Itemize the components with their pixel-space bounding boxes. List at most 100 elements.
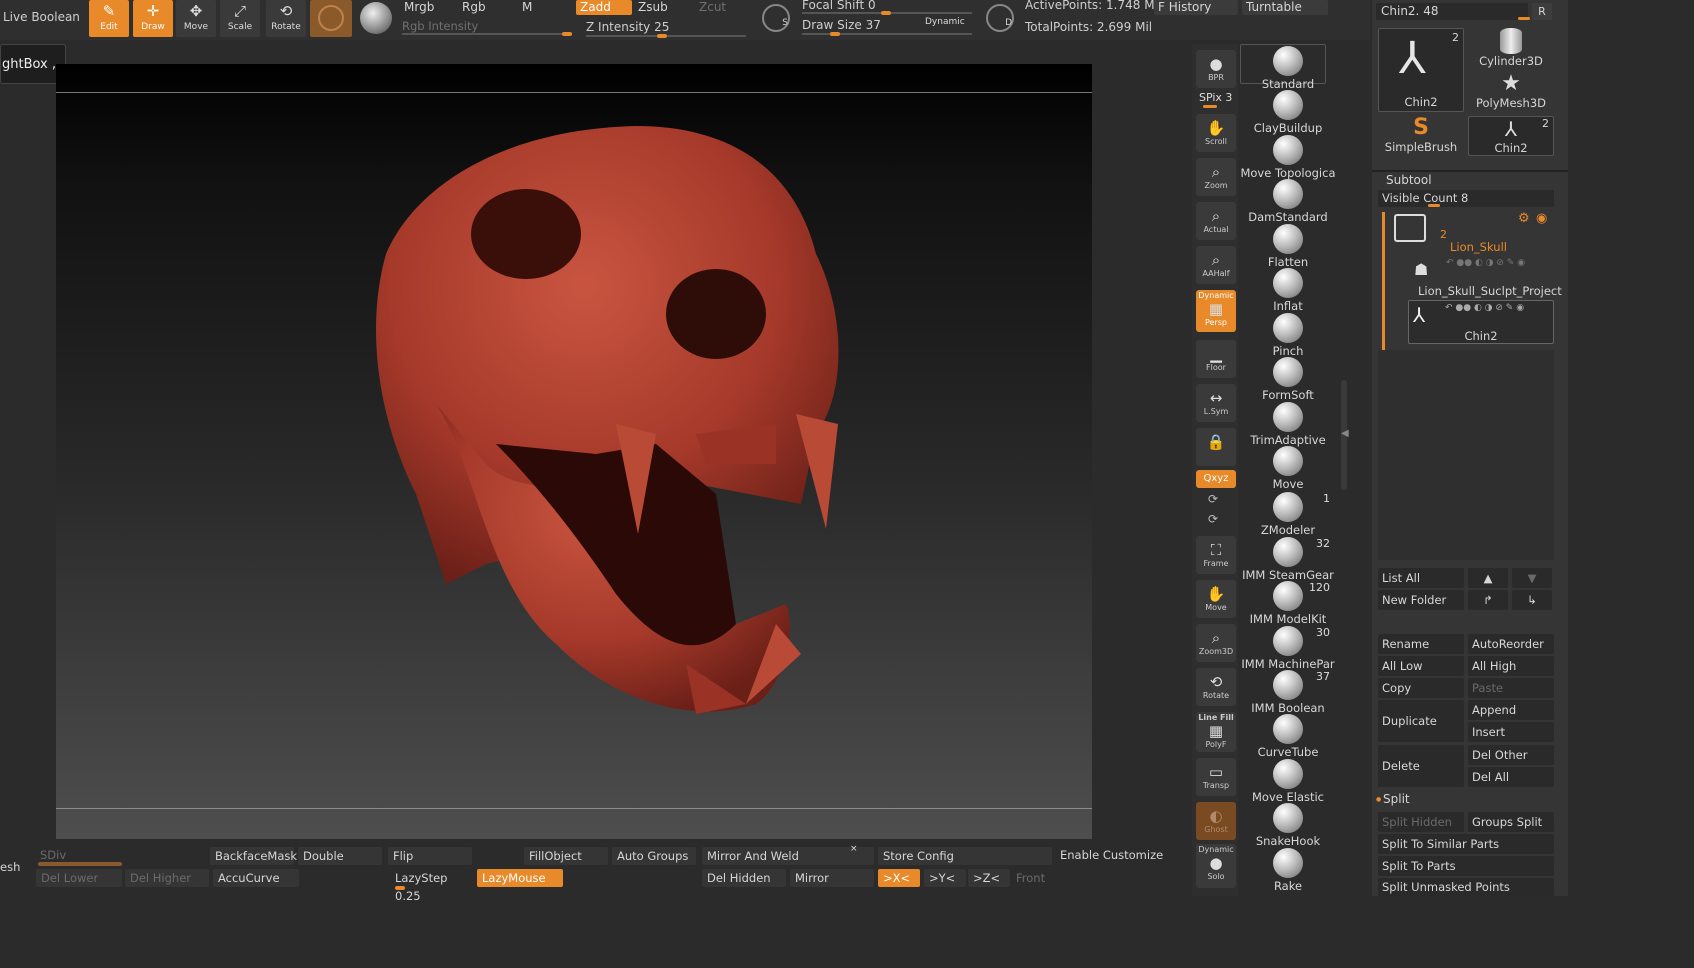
rgb-intensity-slider[interactable]: Rgb Intensity	[402, 19, 478, 33]
tool-thumb-polymesh3d[interactable]: ★ PolyMesh3D	[1468, 72, 1554, 112]
brush-damstandard[interactable]: DamStandard	[1238, 177, 1338, 224]
accucurve-button[interactable]: AccuCurve	[213, 869, 299, 887]
subtool-title[interactable]: Subtool	[1386, 173, 1432, 187]
close-x-icon[interactable]: ×	[850, 844, 858, 854]
all-low-button[interactable]: All Low	[1378, 656, 1464, 676]
fillobject-button[interactable]: FillObject	[524, 847, 608, 865]
brush-rake[interactable]: Rake	[1238, 846, 1338, 893]
brush-standard[interactable]: Standard	[1238, 44, 1338, 91]
all-high-button[interactable]: All High	[1468, 656, 1554, 676]
visible-count-knob[interactable]	[1428, 204, 1440, 207]
tool-current-knob[interactable]	[1518, 17, 1530, 20]
focal-shift-slider[interactable]: Focal Shift 0	[802, 0, 876, 12]
split-section-title[interactable]: Split	[1383, 792, 1410, 806]
split-parts-button[interactable]: Split To Parts	[1378, 856, 1554, 876]
duplicate-button[interactable]: Duplicate	[1378, 700, 1464, 742]
dynamic-toggle[interactable]: Dynamic	[925, 17, 965, 27]
tool-thumb-simplebrush[interactable]: S SimpleBrush	[1378, 116, 1464, 156]
live-boolean-button[interactable]: Live Boolean	[3, 10, 80, 24]
persp-button[interactable]: Dynamic ▦ Persp	[1196, 290, 1236, 332]
lazymouse-button[interactable]: LazyMouse	[477, 869, 563, 887]
bpr-button[interactable]: ● BPR	[1196, 50, 1236, 88]
solo-button[interactable]: Dynamic ● Solo	[1196, 844, 1236, 888]
delete-button[interactable]: Delete	[1378, 745, 1464, 787]
auto-groups-button[interactable]: Auto Groups	[612, 847, 696, 865]
new-folder-button[interactable]: New Folder	[1378, 590, 1464, 610]
brush-trimadaptive[interactable]: TrimAdaptive	[1238, 400, 1338, 447]
move-out-button[interactable]: ↱	[1468, 590, 1508, 610]
tool-thumb-chin2[interactable]: ⅄ 2 Chin2	[1378, 28, 1464, 112]
brush-claybuildup[interactable]: ClayBuildup	[1238, 88, 1338, 135]
lsym-button[interactable]: ↔ L.Sym	[1196, 384, 1236, 422]
brush-alpha-icon[interactable]	[360, 2, 392, 34]
front-button[interactable]: Front	[1016, 871, 1045, 885]
mirror-y-button[interactable]: >Y<	[924, 869, 966, 887]
brush-pinch[interactable]: Pinch	[1238, 311, 1338, 358]
subtool-item-chin2[interactable]: ⅄ ↶ ●● ◐ ◑ ⊘ ✎ ◉ Chin2	[1408, 300, 1554, 344]
brush-flatten[interactable]: Flatten	[1238, 222, 1338, 269]
mirror-button[interactable]: Mirror	[790, 869, 874, 887]
scale-button[interactable]: ⤢ Scale	[220, 0, 260, 37]
viewport-canvas[interactable]	[56, 64, 1092, 839]
backfacemask-button[interactable]: BackfaceMask	[210, 847, 297, 865]
draw-size-slider[interactable]: Draw Size 37	[802, 18, 881, 32]
z-intensity-slider[interactable]: Z Intensity 25	[586, 20, 669, 34]
tool-current-slider[interactable]: Chin2. 48	[1376, 3, 1528, 20]
brush-move-topologica[interactable]: Move Topologica	[1238, 133, 1338, 180]
mirror-weld-button[interactable]: Mirror And Weld	[702, 847, 874, 865]
brush-formsoft[interactable]: FormSoft	[1238, 355, 1338, 402]
zoom-button[interactable]: ⌕ Zoom	[1196, 158, 1236, 196]
folder-name[interactable]: Lion_Skull	[1450, 240, 1507, 254]
lion-skull-model[interactable]	[56, 64, 1092, 839]
flip-button[interactable]: Flip	[388, 847, 472, 865]
sdiv-track[interactable]	[38, 862, 122, 866]
tool-thumb-chin2-small[interactable]: ⅄ 2 Chin2	[1468, 116, 1554, 156]
brush-imm-modelkit[interactable]: IMM ModelKit 120	[1238, 579, 1338, 626]
actual-button[interactable]: ⌕ Actual	[1196, 202, 1236, 240]
groups-split-button[interactable]: Groups Split	[1468, 812, 1554, 832]
aahalf-button[interactable]: ⌕ AAHalf	[1196, 246, 1236, 284]
brush-imm-boolean[interactable]: IMM Boolean 37	[1238, 668, 1338, 715]
zoom3d-button[interactable]: ⌕ Zoom3D	[1196, 624, 1236, 662]
rotate-view-button[interactable]: ⟲ Rotate	[1196, 668, 1236, 706]
enable-customize-button[interactable]: Enable Customize	[1060, 848, 1163, 862]
brush-imm-steamgear[interactable]: IMM SteamGear 32	[1238, 535, 1338, 582]
mirror-x-button[interactable]: >X<	[878, 869, 920, 887]
paste-button[interactable]: Paste	[1468, 678, 1554, 698]
brush-imm-machinepar[interactable]: IMM MachinePar 30	[1238, 624, 1338, 671]
collapse-arrow-icon[interactable]: ◀	[1341, 428, 1349, 439]
z-intensity-knob[interactable]	[657, 34, 667, 38]
move-button[interactable]: ✥ Move	[176, 0, 216, 37]
split-hidden-button[interactable]: Split Hidden	[1378, 812, 1464, 832]
m-button[interactable]: M	[518, 0, 568, 15]
list-all-button[interactable]: List All	[1378, 568, 1464, 588]
autoreorder-button[interactable]: AutoReorder	[1468, 634, 1554, 654]
tool-r-button[interactable]: R	[1532, 3, 1552, 20]
lock-button[interactable]: 🔒	[1196, 428, 1236, 466]
move-view-button[interactable]: ✋ Move	[1196, 580, 1236, 618]
draw-size-track[interactable]	[802, 33, 972, 35]
insert-button[interactable]: Insert	[1468, 722, 1554, 742]
mirror-z-button[interactable]: >Z<	[968, 869, 1010, 887]
split-similar-button[interactable]: Split To Similar Parts	[1378, 834, 1554, 854]
brush-inflat[interactable]: Inflat	[1238, 266, 1338, 313]
rotate-button[interactable]: ⟲ Rotate	[266, 0, 306, 37]
rotate-z-icon[interactable]: ⟳	[1208, 512, 1218, 526]
copy-button[interactable]: Copy	[1378, 678, 1464, 698]
subtool-controls-icon[interactable]: ↶ ●● ◐ ◑ ⊘ ✎ ◉	[1446, 258, 1525, 268]
double-button[interactable]: Double	[298, 847, 382, 865]
eye-icon[interactable]: ◉	[1536, 211, 1547, 226]
visible-count-slider[interactable]: Visible Count 8	[1378, 190, 1554, 207]
spix-knob[interactable]	[1203, 105, 1217, 108]
rgb-intensity-knob[interactable]	[562, 32, 572, 36]
xyz-button[interactable]: Qxyz	[1196, 470, 1236, 488]
material-button[interactable]	[310, 0, 352, 37]
del-hidden-button[interactable]: Del Hidden	[702, 869, 786, 887]
move-up-button[interactable]: ▲	[1468, 568, 1508, 588]
brush-zmodeler[interactable]: ZModeler 1	[1238, 490, 1338, 537]
turntable-button[interactable]: Turntable	[1242, 0, 1328, 15]
ghost-button[interactable]: ◐ Ghost	[1196, 802, 1236, 840]
lightbox-d-icon[interactable]: D	[986, 4, 1014, 32]
rotate-y-icon[interactable]: ⟳	[1208, 492, 1218, 506]
tool-thumb-cylinder3d[interactable]: Cylinder3D	[1468, 28, 1554, 70]
